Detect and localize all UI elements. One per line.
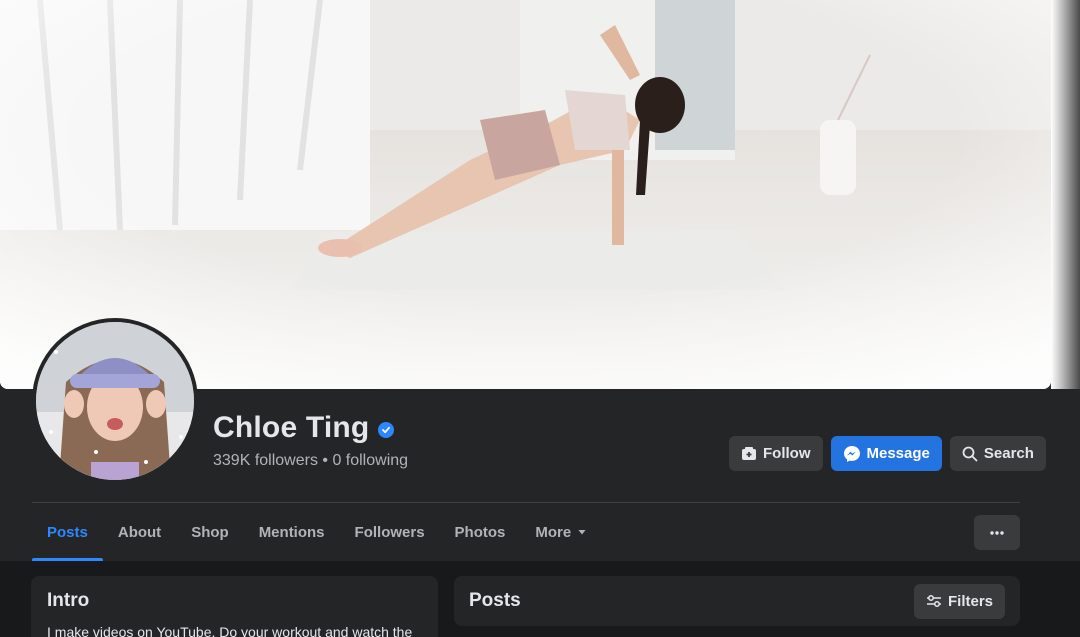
tab-label: More: [535, 523, 572, 541]
intro-card: Intro I make videos on YouTube. Do your …: [31, 576, 438, 637]
more-options-button[interactable]: [974, 515, 1020, 550]
intro-text: I make videos on YouTube. Do your workou…: [47, 624, 413, 637]
profile-actions: Follow Message Search: [729, 436, 1046, 471]
tab-photos[interactable]: Photos: [440, 503, 521, 561]
filters-button[interactable]: Filters: [913, 583, 1005, 619]
follow-stats[interactable]: 339K followers • 0 following: [213, 452, 408, 470]
posts-card: Posts Filters: [454, 576, 1020, 626]
caret-down-icon: [578, 530, 586, 535]
tab-posts[interactable]: Posts: [32, 503, 103, 561]
tab-mentions[interactable]: Mentions: [244, 503, 340, 561]
message-button[interactable]: Message: [830, 436, 942, 471]
posts-title: Posts: [469, 590, 521, 611]
filters-label: Filters: [947, 592, 993, 610]
tab-label: Mentions: [258, 523, 325, 541]
cover-edge: [1051, 0, 1080, 389]
profile-name: Chloe Ting: [213, 411, 370, 444]
profile-tabs: Posts About Shop Mentions Followers Phot…: [32, 503, 602, 561]
tab-label: Posts: [47, 523, 88, 541]
search-button[interactable]: Search: [949, 436, 1046, 471]
intro-title: Intro: [47, 590, 90, 611]
tab-label: Shop: [191, 523, 229, 541]
filters-icon: [926, 595, 941, 607]
follow-icon: [742, 446, 756, 460]
verified-badge-icon: [378, 422, 395, 438]
tab-about[interactable]: About: [103, 503, 176, 561]
name-row: Chloe Ting: [213, 411, 395, 445]
avatar-photo: [36, 322, 194, 480]
search-icon: [962, 446, 978, 461]
ellipsis-icon: [990, 530, 1004, 535]
tab-label: About: [117, 523, 162, 541]
follow-button[interactable]: Follow: [729, 436, 823, 471]
avatar[interactable]: [32, 318, 198, 484]
tab-label: Photos: [454, 523, 506, 541]
profile-header: Chloe Ting 339K followers • 0 following …: [0, 0, 1080, 561]
tab-followers[interactable]: Followers: [340, 503, 440, 561]
tab-label: Followers: [354, 523, 425, 541]
messenger-icon: [843, 445, 860, 462]
follow-label: Follow: [763, 445, 811, 462]
message-label: Message: [866, 445, 930, 462]
tab-more[interactable]: More: [520, 503, 602, 561]
tab-shop[interactable]: Shop: [176, 503, 244, 561]
search-label: Search: [983, 445, 1034, 462]
